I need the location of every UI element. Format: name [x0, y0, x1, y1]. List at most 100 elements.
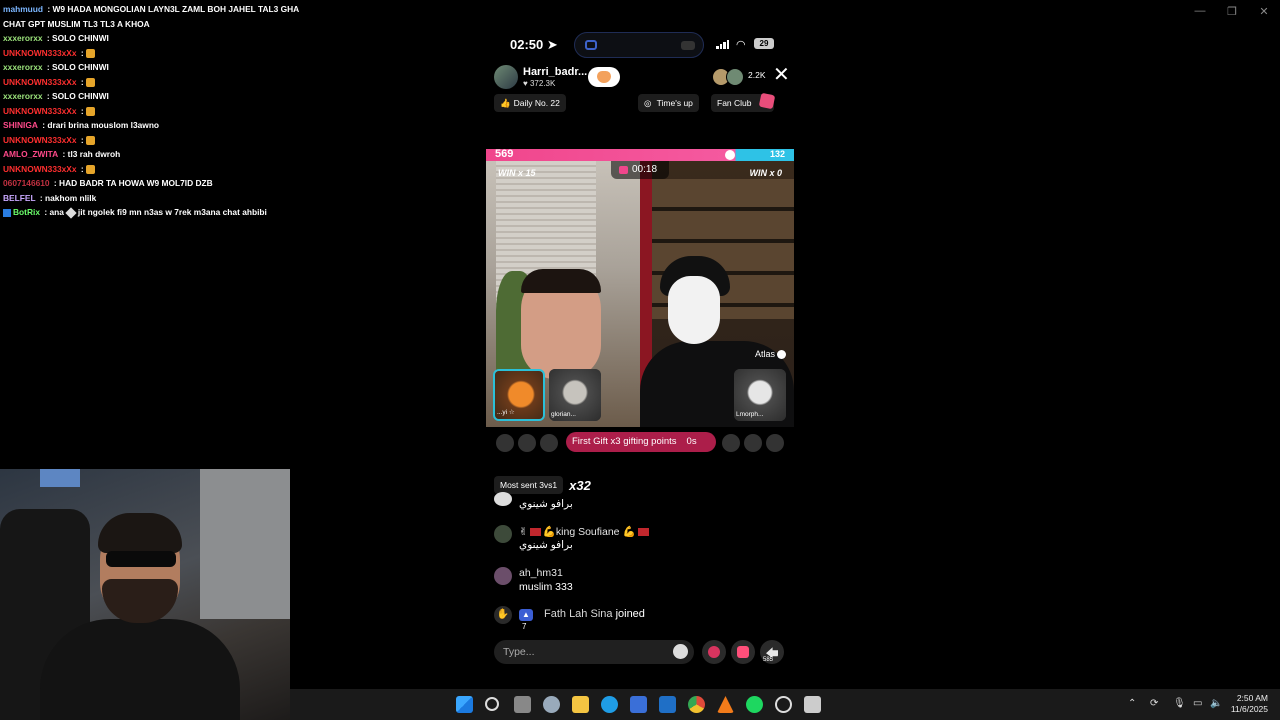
- chat-username[interactable]: UNKNOWN333xXx: [3, 164, 77, 174]
- chat-message: AMLO_ZWITA : tl3 rah dwroh: [0, 147, 300, 162]
- task-view-icon[interactable]: [514, 696, 531, 713]
- chat-message: UNKNOWN333xXx :: [0, 75, 300, 90]
- sync-icon[interactable]: ⟳: [1150, 698, 1158, 709]
- chat-text: SOLO CHINWI: [52, 62, 109, 72]
- chat-username[interactable]: 0607146610: [3, 178, 50, 188]
- close-window-button[interactable]: ✕: [1248, 0, 1280, 22]
- thumb-icon: 👍: [500, 98, 511, 108]
- guest-atlas-label[interactable]: Atlas: [754, 349, 786, 360]
- host-name[interactable]: Harri_badr...: [523, 66, 587, 78]
- streamer-sunglasses: [106, 551, 176, 567]
- user-level: 7: [522, 622, 527, 631]
- obs-icon[interactable]: [775, 696, 792, 713]
- guest-slot[interactable]: glorian...: [549, 369, 601, 421]
- maximize-button[interactable]: ❐: [1216, 0, 1248, 22]
- gifter-avatar[interactable]: [766, 434, 784, 452]
- comment-input[interactable]: Type...: [494, 640, 694, 664]
- emote-icon: [86, 48, 95, 58]
- follow-button[interactable]: [588, 67, 620, 87]
- daily-rank-pill[interactable]: 👍 Daily No. 22: [494, 94, 566, 112]
- gift-banner-seconds: 0s: [686, 436, 697, 447]
- microphone-icon[interactable]: 🎙: [1173, 698, 1186, 709]
- file-explorer-icon[interactable]: [572, 696, 589, 713]
- gifter-avatar[interactable]: [496, 434, 514, 452]
- settings-gear-icon[interactable]: [543, 696, 560, 713]
- left-win-count: WIN x 15: [498, 168, 536, 178]
- first-gift-banner[interactable]: First Gift x3 gifting points 0s: [566, 432, 716, 452]
- gift-button[interactable]: [731, 640, 755, 664]
- chat-username[interactable]: UNKNOWN333xXx: [3, 48, 77, 58]
- store-icon[interactable]: [630, 696, 647, 713]
- host-likes: ♥ 372.3K: [523, 79, 556, 88]
- system-clock[interactable]: 2:50 AM 11/6/2025: [1231, 693, 1268, 715]
- user-level-badge: ▲ 7: [519, 609, 533, 631]
- gifter-avatar[interactable]: [722, 434, 740, 452]
- clock-time: 2:50 AM: [1236, 693, 1268, 703]
- chat-username[interactable]: mahmuud: [3, 4, 43, 14]
- host-avatar[interactable]: [494, 65, 518, 89]
- viewer-count[interactable]: 2.2K: [744, 66, 770, 84]
- rose-icon: [708, 646, 720, 658]
- outlook-icon[interactable]: [659, 696, 676, 713]
- wifi-icon: ◠: [736, 39, 746, 51]
- gifter-avatar[interactable]: [540, 434, 558, 452]
- volume-icon[interactable]: 🔈: [1210, 698, 1222, 709]
- times-up-label: Time's up: [656, 98, 693, 108]
- chat-username[interactable]: xxxerorxx: [3, 33, 43, 43]
- minimize-button[interactable]: —: [1184, 0, 1216, 22]
- chat-message: xxxerorxx : SOLO CHINWI: [0, 60, 300, 75]
- streamer-beard: [102, 579, 178, 623]
- chat-username[interactable]: BotRix: [13, 207, 40, 217]
- chat-username[interactable]: BELFEL: [3, 193, 36, 203]
- emoji-icon[interactable]: [673, 644, 688, 659]
- comment-text: برافو شينوي: [519, 498, 573, 510]
- guest-slot[interactable]: Lmorph...: [734, 369, 786, 421]
- masked-host: [650, 256, 740, 356]
- webcam-light: [40, 469, 80, 487]
- search-icon[interactable]: [485, 697, 499, 711]
- chat-text: ana: [49, 207, 64, 217]
- atlas-name: Atlas: [754, 349, 775, 359]
- chat-message: 0607146610 : HAD BADR TA HOWA W9 MOL7ID …: [0, 176, 300, 191]
- gifter-avatar[interactable]: [744, 434, 762, 452]
- share-button[interactable]: 585: [760, 640, 784, 664]
- muscle-icon: 💪: [542, 526, 556, 538]
- vlc-icon[interactable]: [717, 696, 734, 713]
- joined-user-name: Fath Lah Sina: [544, 608, 613, 620]
- chat-text: W9 HADA MONGOLIAN LAYN3L ZAML BOH JAHEL …: [52, 4, 300, 14]
- chat-separator: :: [60, 149, 68, 159]
- fan-club-pill[interactable]: Fan Club: [711, 92, 775, 112]
- chat-username[interactable]: UNKNOWN333xXx: [3, 77, 77, 87]
- chat-username[interactable]: AMLO_ZWITA: [3, 149, 58, 159]
- commenter-avatar: [494, 567, 512, 585]
- chat-separator: :: [78, 76, 86, 87]
- battle-icon: [619, 166, 628, 174]
- windows-start-icon[interactable]: [456, 696, 473, 713]
- chat-message: SHINIGA : drari brina mouslom l3awno: [0, 118, 300, 133]
- chat-username[interactable]: SHINIGA: [3, 120, 38, 130]
- chat-username[interactable]: UNKNOWN333xXx: [3, 106, 77, 116]
- chat-username[interactable]: xxxerorxx: [3, 91, 43, 101]
- top-viewers[interactable]: [712, 68, 746, 86]
- status-time: 02:50 ➤: [510, 37, 558, 52]
- chrome-icon[interactable]: [688, 696, 705, 713]
- gifter-avatar[interactable]: [518, 434, 536, 452]
- rose-gift-button[interactable]: [702, 640, 726, 664]
- crown-icon: ✌: [519, 526, 528, 538]
- battle-marker-icon: [725, 150, 736, 160]
- times-up-pill[interactable]: ◎ Time's up: [638, 94, 699, 112]
- chat-username[interactable]: xxxerorxx: [3, 62, 43, 72]
- spotify-icon[interactable]: [746, 696, 763, 713]
- chat-username[interactable]: UNKNOWN333xXx: [3, 135, 77, 145]
- right-score: 132: [769, 149, 785, 159]
- edge-browser-icon[interactable]: [601, 696, 618, 713]
- tray-chevron-icon[interactable]: ⌃: [1128, 698, 1136, 709]
- guest-slot[interactable]: ...yi ☆: [493, 369, 545, 421]
- dynamic-island: [574, 32, 704, 58]
- guest-label: ...yi ☆: [497, 409, 515, 416]
- diamond-icon: [65, 207, 77, 219]
- network-icon[interactable]: ▭: [1193, 698, 1202, 709]
- chat-separator: :: [44, 62, 53, 72]
- close-icon[interactable]: ✕: [773, 63, 790, 87]
- app-icon[interactable]: [804, 696, 821, 713]
